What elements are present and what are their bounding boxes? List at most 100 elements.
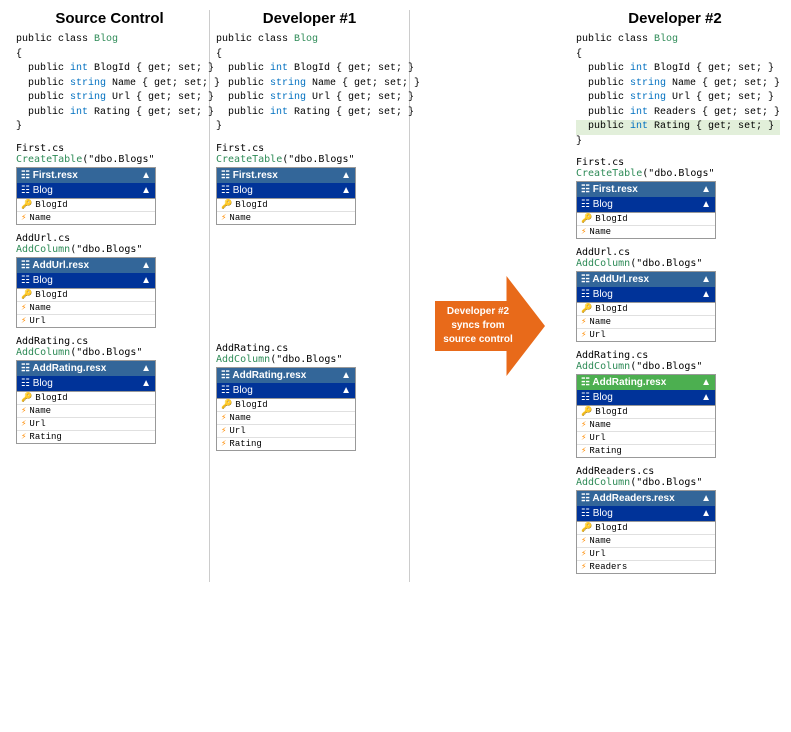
dev1-first-createtable: CreateTable("dbo.Blogs" <box>216 154 403 165</box>
sync-arrow: Developer #2syncs fromsource control <box>435 276 545 376</box>
developer1-column: Developer #1 public class Blog { public … <box>210 10 410 582</box>
sc-addurl-panel: AddUrl.cs AddColumn("dbo.Blogs" ☷ AddUrl… <box>16 233 203 328</box>
field-icon: ⚡ <box>581 433 586 443</box>
sc-addrating-table-header: ☷ Blog ▲ <box>17 376 155 391</box>
key-icon: 🔑 <box>21 290 32 300</box>
dev1-addrating-resx: ☷ AddRating.resx ▲ ☷ Blog ▲ 🔑 BlogId ⚡ N… <box>216 367 356 451</box>
source-control-column: Source Control public class Blog { publi… <box>10 10 210 582</box>
dev2-addreaders-row-blogid: 🔑 BlogId <box>577 522 715 535</box>
dev2-addurl-filename: AddUrl.cs <box>576 247 774 258</box>
dev2-addrating-row-url: ⚡ Url <box>577 432 715 445</box>
field-icon: ⚡ <box>581 536 586 546</box>
dev2-addreaders-table-header: ☷ Blog ▲ <box>577 506 715 521</box>
sc-addrating-rows: 🔑 BlogId ⚡ Name ⚡ Url ⚡ Rating <box>17 391 155 443</box>
dev2-addurl-panel: AddUrl.cs AddColumn("dbo.Blogs" ☷ AddUrl… <box>576 247 774 342</box>
sc-first-resx-header: ☷ First.resx ▲ <box>17 168 155 183</box>
dev2-first-table-header: ☷ Blog ▲ <box>577 197 715 212</box>
field-icon: ⚡ <box>581 562 586 572</box>
key-icon: 🔑 <box>581 304 592 314</box>
dev1-first-resx: ☷ First.resx ▲ ☷ Blog ▲ 🔑 BlogId ⚡ Name <box>216 167 356 225</box>
dev2-addurl-table-header: ☷ Blog ▲ <box>577 287 715 302</box>
sc-addrating-row-blogid: 🔑 BlogId <box>17 392 155 405</box>
dev2-addrating-resx-header: ☷ AddRating.resx ▲ <box>577 375 715 390</box>
dev2-addrating-table-header: ☷ Blog ▲ <box>577 390 715 405</box>
key-icon: 🔑 <box>221 400 232 410</box>
arrow-label: Developer #2syncs fromsource control <box>443 305 513 347</box>
field-icon: ⚡ <box>581 446 586 456</box>
dev1-addrating-rows: 🔑 BlogId ⚡ Name ⚡ Url ⚡ Rating <box>217 398 355 450</box>
field-icon: ⚡ <box>21 213 26 223</box>
dev2-addurl-row-name: ⚡ Name <box>577 316 715 329</box>
dev1-first-filename: First.cs <box>216 143 403 154</box>
sc-first-row-name: ⚡ Name <box>17 212 155 224</box>
field-icon: ⚡ <box>581 549 586 559</box>
dev2-addreaders-createtable: AddColumn("dbo.Blogs" <box>576 477 774 488</box>
sc-addrating-createtable: AddColumn("dbo.Blogs" <box>16 347 203 358</box>
dev2-first-filename: First.cs <box>576 157 774 168</box>
sc-addrating-resx: ☷ AddRating.resx ▲ ☷ Blog ▲ 🔑 BlogId ⚡ N… <box>16 360 156 444</box>
key-icon: 🔑 <box>21 393 32 403</box>
dev2-addreaders-panel: AddReaders.cs AddColumn("dbo.Blogs" ☷ Ad… <box>576 466 774 574</box>
dev2-addurl-row-url: ⚡ Url <box>577 329 715 341</box>
dev2-addurl-resx-header: ☷ AddUrl.resx ▲ <box>577 272 715 287</box>
dev2-addreaders-row-url: ⚡ Url <box>577 548 715 561</box>
field-icon: ⚡ <box>581 330 586 340</box>
sc-addurl-table-header: ☷ Blog ▲ <box>17 273 155 288</box>
dev2-addreaders-filename: AddReaders.cs <box>576 466 774 477</box>
sc-addrating-panel: AddRating.cs AddColumn("dbo.Blogs" ☷ Add… <box>16 336 203 444</box>
dev2-addurl-rows: 🔑 BlogId ⚡ Name ⚡ Url <box>577 302 715 341</box>
key-icon: 🔑 <box>581 407 592 417</box>
field-icon: ⚡ <box>21 432 26 442</box>
sc-addrating-filename: AddRating.cs <box>16 336 203 347</box>
dev1-addrating-row-blogid: 🔑 BlogId <box>217 399 355 412</box>
dev2-first-row-blogid: 🔑 BlogId <box>577 213 715 226</box>
dev2-addreaders-resx-header: ☷ AddReaders.resx ▲ <box>577 491 715 506</box>
sc-addurl-row-blogid: 🔑 BlogId <box>17 289 155 302</box>
field-icon: ⚡ <box>581 420 586 430</box>
sc-addrating-row-name: ⚡ Name <box>17 405 155 418</box>
sc-addurl-resx-header: ☷ AddUrl.resx ▲ <box>17 258 155 273</box>
dev2-first-row-name: ⚡ Name <box>577 226 715 238</box>
field-icon: ⚡ <box>221 413 226 423</box>
field-icon: ⚡ <box>581 317 586 327</box>
dev2-addurl-row-blogid: 🔑 BlogId <box>577 303 715 316</box>
dev2-addurl-resx: ☷ AddUrl.resx ▲ ☷ Blog ▲ 🔑 BlogId ⚡ Name <box>576 271 716 342</box>
dev2-addrating-resx: ☷ AddRating.resx ▲ ☷ Blog ▲ 🔑 BlogId ⚡ N… <box>576 374 716 458</box>
developer2-column: Developer #2 public class Blog { public … <box>570 10 780 582</box>
sc-addrating-row-rating: ⚡ Rating <box>17 431 155 443</box>
dev1-addrating-row-name: ⚡ Name <box>217 412 355 425</box>
dev1-first-panel: First.cs CreateTable("dbo.Blogs" ☷ First… <box>216 143 403 225</box>
dev2-addrating-row-blogid: 🔑 BlogId <box>577 406 715 419</box>
sc-first-resx: ☷ First.resx ▲ ☷ Blog ▲ 🔑 BlogId ⚡ Name <box>16 167 156 225</box>
dev2-addreaders-rows: 🔑 BlogId ⚡ Name ⚡ Url ⚡ Readers <box>577 521 715 573</box>
dev2-addreaders-row-readers: ⚡ Readers <box>577 561 715 573</box>
dev2-addreaders-row-name: ⚡ Name <box>577 535 715 548</box>
sc-addurl-filename: AddUrl.cs <box>16 233 203 244</box>
dev1-addrating-panel: AddRating.cs AddColumn("dbo.Blogs" ☷ Add… <box>216 343 403 451</box>
key-icon: 🔑 <box>21 200 32 210</box>
developer2-code: public class Blog { public int BlogId { … <box>576 33 780 149</box>
dev2-addrating-panel: AddRating.cs AddColumn("dbo.Blogs" ☷ Add… <box>576 350 774 458</box>
dev1-first-resx-header: ☷ First.resx ▲ <box>217 168 355 183</box>
dev1-first-table-header: ☷ Blog ▲ <box>217 183 355 198</box>
key-icon: 🔑 <box>221 200 232 210</box>
developer1-title: Developer #1 <box>216 10 403 27</box>
field-icon: ⚡ <box>581 227 586 237</box>
field-icon: ⚡ <box>21 316 26 326</box>
developer1-code: public class Blog { public int BlogId { … <box>216 33 420 135</box>
dev2-addrating-createtable: AddColumn("dbo.Blogs" <box>576 361 774 372</box>
sc-first-createtable: CreateTable("dbo.Blogs" <box>16 154 203 165</box>
dev2-addrating-row-rating: ⚡ Rating <box>577 445 715 457</box>
field-icon: ⚡ <box>221 426 226 436</box>
arrow-column: Developer #2syncs fromsource control <box>410 10 570 582</box>
dev2-addreaders-resx: ☷ AddReaders.resx ▲ ☷ Blog ▲ 🔑 BlogId ⚡ … <box>576 490 716 574</box>
dev2-first-rows: 🔑 BlogId ⚡ Name <box>577 212 715 238</box>
sc-first-rows: 🔑 BlogId ⚡ Name <box>17 198 155 224</box>
dev2-first-createtable: CreateTable("dbo.Blogs" <box>576 168 774 179</box>
dev2-addurl-createtable: AddColumn("dbo.Blogs" <box>576 258 774 269</box>
sc-addurl-row-name: ⚡ Name <box>17 302 155 315</box>
dev1-spacer <box>216 233 403 343</box>
field-icon: ⚡ <box>221 213 226 223</box>
dev1-addrating-table-header: ☷ Blog ▲ <box>217 383 355 398</box>
main-container: Source Control public class Blog { publi… <box>10 10 781 582</box>
